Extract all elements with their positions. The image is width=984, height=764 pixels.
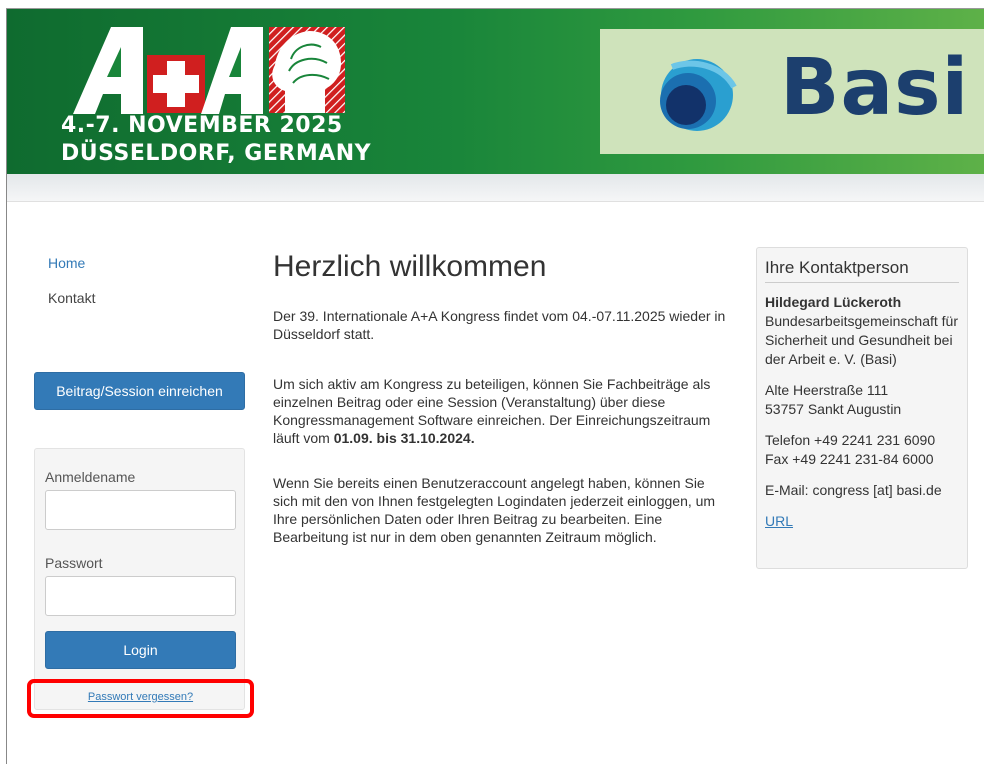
intro-paragraph: Der 39. Internationale A+A Kongress find…	[273, 308, 726, 342]
nav-link-home[interactable]: Home	[48, 255, 85, 271]
username-label: Anmeldename	[45, 469, 136, 485]
contact-fax: Fax +49 2241 231-84 6000	[765, 451, 934, 467]
contact-url-link[interactable]: URL	[765, 513, 793, 529]
basi-logo-icon	[660, 59, 737, 131]
contact-email: E-Mail: congress [at] basi.de	[765, 482, 942, 498]
partner-logo-box: Basi	[600, 29, 984, 154]
page-title: Herzlich willkommen	[273, 250, 547, 283]
contact-panel: Ihre Kontaktperson Hildegard Lückeroth Bu…	[756, 247, 968, 569]
submit-contribution-button[interactable]: Beitrag/Session einreichen	[34, 372, 245, 410]
header-banner: 4.-7. NOVEMBER 2025 DÜSSELDORF, GERMANY …	[7, 9, 984, 174]
contact-name: Hildegard Lückeroth	[765, 294, 902, 310]
password-input[interactable]	[45, 576, 236, 616]
partner-logo-text: Basi	[780, 43, 970, 133]
login-button[interactable]: Login	[45, 631, 236, 669]
event-date-location: 4.-7. NOVEMBER 2025 DÜSSELDORF, GERMANY	[61, 112, 371, 168]
contact-address: Alte Heerstraße 111 53757 Sankt Augustin	[765, 381, 959, 419]
login-panel: Anmeldename Passwort Login Passwort verg…	[34, 448, 245, 710]
contact-street: Alte Heerstraße 111	[765, 382, 889, 398]
submission-period: 01.09. bis 31.10.2024.	[333, 430, 475, 446]
login-info-paragraph: Wenn Sie bereits einen Benutzeraccount a…	[273, 475, 716, 545]
event-date: 4.-7. NOVEMBER 2025	[61, 113, 343, 138]
submission-paragraph: Um sich aktiv am Kongress zu beteiligen,…	[273, 375, 733, 447]
username-input[interactable]	[45, 490, 236, 530]
contact-phone: Telefon +49 2241 231 6090	[765, 432, 936, 448]
contact-heading: Ihre Kontaktperson	[765, 258, 959, 283]
event-location: DÜSSELDORF, GERMANY	[61, 141, 372, 166]
contact-phone-fax: Telefon +49 2241 231 6090 Fax +49 2241 23…	[765, 431, 959, 469]
contact-city: 53757 Sankt Augustin	[765, 401, 902, 417]
nav-link-kontakt[interactable]: Kontakt	[48, 290, 95, 306]
contact-org: Bundesarbeitsgemeinschaft für Sicherheit…	[765, 313, 958, 367]
contact-person: Hildegard Lückeroth Bundesarbeitsgemeinsc…	[765, 293, 959, 369]
header-shadow	[7, 174, 984, 202]
event-logo	[73, 27, 345, 114]
password-label: Passwort	[45, 555, 103, 571]
highlight-annotation	[27, 679, 254, 718]
